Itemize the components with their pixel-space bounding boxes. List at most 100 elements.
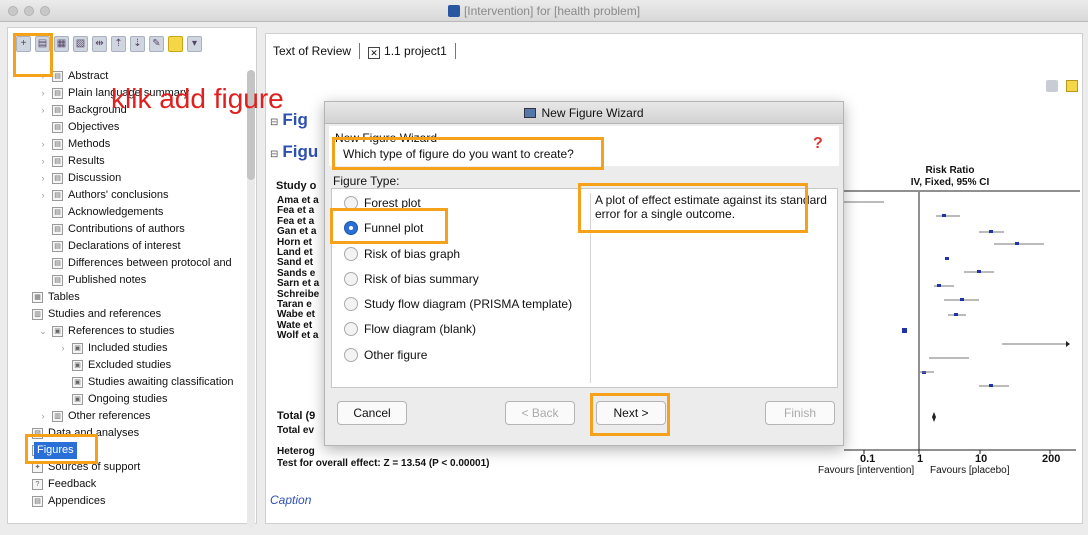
book-icon: ▥	[52, 411, 63, 422]
radio-button[interactable]	[344, 348, 358, 362]
forest-plot-graphic	[844, 190, 1080, 454]
tree-item-studies-and-references[interactable]: ▥ Studies and references	[8, 306, 245, 323]
note-icon[interactable]	[168, 36, 183, 52]
references-icon: ▣	[52, 326, 63, 337]
tree-item-objectives[interactable]: ▤ Objectives	[8, 119, 245, 136]
close-tab-icon[interactable]: ✕	[368, 47, 381, 59]
tree-item-results[interactable]: › ▤ Results	[8, 153, 245, 170]
tree-item-label: Methods	[68, 138, 111, 150]
tree-item-label: Authors' conclusions	[68, 189, 169, 201]
tab-project1[interactable]: ✕ 1.1 project1	[360, 43, 456, 59]
chevron-right-icon[interactable]: ›	[58, 340, 68, 357]
chevron-right-icon[interactable]: ›	[38, 187, 48, 204]
tree-item-excluded-studies[interactable]: ▣ Excluded studies	[8, 357, 245, 374]
section-icon: ▤	[52, 156, 63, 167]
pin-icon[interactable]: ✎	[149, 36, 164, 52]
tree-item-other-references[interactable]: › ▥ Other references	[8, 408, 245, 425]
highlight-next-button	[590, 393, 670, 436]
option-risk-of-bias-summary[interactable]: Risk of bias summary	[344, 270, 479, 288]
finish-button[interactable]: Finish	[765, 401, 835, 425]
tree-item-label: Studies awaiting classification	[88, 376, 234, 388]
dropdown-icon[interactable]: ▾	[187, 36, 202, 52]
option-risk-of-bias-graph[interactable]: Risk of bias graph	[344, 245, 460, 263]
studies-icon: ▣	[72, 377, 83, 388]
properties-icon[interactable]: ▦	[54, 36, 69, 52]
chevron-right-icon[interactable]: ›	[38, 408, 48, 425]
cancel-button[interactable]: Cancel	[337, 401, 407, 425]
option-flow-diagram-blank[interactable]: Flow diagram (blank)	[344, 320, 476, 338]
tick-label-200: 200	[1042, 453, 1061, 465]
radio-button[interactable]	[344, 297, 358, 311]
tree-item-label: Acknowledgements	[68, 206, 164, 218]
highlight-question	[332, 137, 604, 170]
highlight-funnel-plot	[330, 208, 448, 244]
chevron-right-icon[interactable]: ›	[38, 153, 48, 170]
tree-item-feedback[interactable]: ? Feedback	[8, 476, 245, 493]
edit-icon[interactable]: ▧	[73, 36, 88, 52]
annotation-text: klik add figure	[111, 83, 284, 114]
help-icon[interactable]: ?	[813, 135, 827, 153]
tree-item-label: References to studies	[68, 325, 175, 337]
heterogeneity-row: Heterog	[277, 446, 315, 457]
tree-item-differences-between-protocol-and[interactable]: ▤ Differences between protocol and	[8, 255, 245, 272]
figure-subheading: ⊟ Figu	[270, 142, 319, 161]
tree-item-label: Other references	[68, 410, 151, 422]
tree-item-tables[interactable]: ▦ Tables	[8, 289, 245, 306]
studies-icon: ▣	[72, 343, 83, 354]
highlight-add-button	[13, 33, 53, 77]
tree-item-label: Ongoing studies	[88, 393, 168, 405]
tree-item-acknowledgements[interactable]: ▤ Acknowledgements	[8, 204, 245, 221]
option-other-figure[interactable]: Other figure	[344, 346, 427, 364]
tick-label-0.1: 0.1	[860, 453, 876, 465]
caption-label[interactable]: Caption	[270, 493, 311, 507]
risk-ratio-header: Risk Ratio IV, Fixed, 95% CI	[860, 165, 1040, 189]
tree-item-ongoing-studies[interactable]: ▣ Ongoing studies	[8, 391, 245, 408]
overall-effect-row: Test for overall effect: Z = 13.54 (P < …	[277, 458, 490, 469]
move-up-icon[interactable]: ⇡	[111, 36, 126, 52]
tree-item-appendices[interactable]: ▤ Appendices	[8, 493, 245, 510]
chevron-right-icon[interactable]: ›	[38, 170, 48, 187]
radio-button[interactable]	[344, 272, 358, 286]
outline-scrollbar[interactable]	[247, 70, 255, 528]
tree-item-label: Abstract	[68, 70, 109, 82]
axis-right-label: Favours [placebo]	[930, 465, 1010, 476]
tree-item-label: Differences between protocol and	[68, 257, 232, 269]
tree-item-label: Contributions of authors	[68, 223, 185, 235]
chevron-down-icon[interactable]: ⌄	[38, 323, 48, 340]
chevron-right-icon[interactable]: ›	[38, 136, 48, 153]
tree-item-declarations-of-interest[interactable]: ▤ Declarations of interest	[8, 238, 245, 255]
tick-label-10: 10	[975, 453, 988, 465]
tree-item-label: Included studies	[88, 342, 168, 354]
wizard-icon	[524, 108, 537, 118]
edit-tool-icon[interactable]	[1046, 80, 1058, 92]
tree-item-methods[interactable]: › ▤ Methods	[8, 136, 245, 153]
studies-icon: ▣	[72, 360, 83, 371]
chevron-right-icon[interactable]: ›	[38, 102, 48, 119]
tree-item-contributions-of-authors[interactable]: ▤ Contributions of authors	[8, 221, 245, 238]
figure-type-label: Figure Type:	[333, 174, 400, 188]
link-icon[interactable]: ⇹	[92, 36, 107, 52]
table-icon: ▦	[32, 292, 43, 303]
tree-item-label: Excluded studies	[88, 359, 172, 371]
note-tool-icon[interactable]	[1066, 80, 1078, 92]
tree-item-label: Discussion	[68, 172, 122, 184]
section-icon: ▤	[52, 88, 63, 99]
tree-item-references-to-studies[interactable]: ⌄ ▣ References to studies	[8, 323, 245, 340]
section-icon: ▤	[52, 275, 63, 286]
section-icon: ▤	[52, 190, 63, 201]
chevron-right-icon[interactable]: ›	[38, 85, 48, 102]
tree-item-included-studies[interactable]: › ▣ Included studies	[8, 340, 245, 357]
radio-button[interactable]	[344, 247, 358, 261]
option-study-flow-diagram[interactable]: Study flow diagram (PRISMA template)	[344, 295, 572, 313]
move-down-icon[interactable]: ⇣	[130, 36, 145, 52]
back-button[interactable]: < Back	[505, 401, 575, 425]
radio-button[interactable]	[344, 322, 358, 336]
document-tabs: Text of Review ✕ 1.1 project1	[265, 40, 456, 62]
tree-item-discussion[interactable]: › ▤ Discussion	[8, 170, 245, 187]
axis-left-label: Favours [intervention]	[818, 465, 915, 476]
tree-item-published-notes[interactable]: ▤ Published notes	[8, 272, 245, 289]
tree-item-label: Tables	[48, 291, 80, 303]
tree-item-authors-conclusions[interactable]: › ▤ Authors' conclusions	[8, 187, 245, 204]
tab-text-of-review[interactable]: Text of Review	[265, 43, 361, 59]
tree-item-studies-awaiting-classification[interactable]: ▣ Studies awaiting classification	[8, 374, 245, 391]
